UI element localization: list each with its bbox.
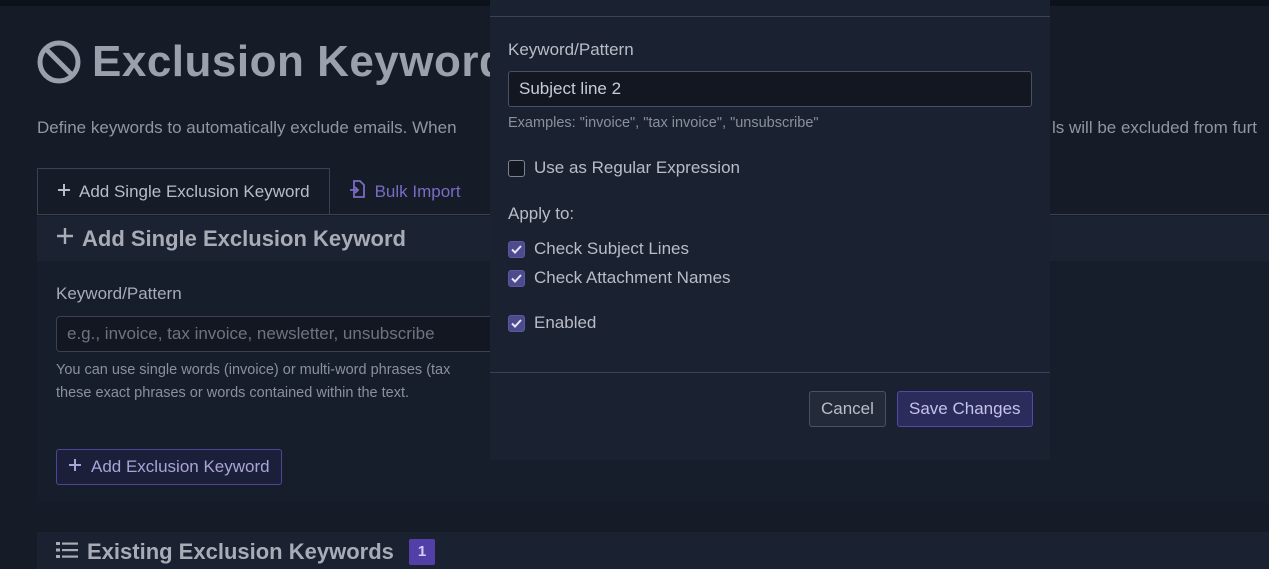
apply-to-label: Apply to:: [508, 204, 575, 223]
list-icon: [56, 540, 78, 565]
save-changes-button[interactable]: Save Changes: [897, 391, 1033, 427]
edit-keyword-modal: Keyword/Pattern Subject line 2 Examples:…: [490, 0, 1050, 460]
existing-keywords-title: Existing Exclusion Keywords: [87, 539, 394, 564]
regex-checkbox-label: Use as Regular Expression: [534, 158, 740, 177]
enabled-checkbox[interactable]: [508, 314, 525, 332]
attachment-checkbox-row[interactable]: Check Attachment Names: [508, 268, 731, 288]
tab-add-single[interactable]: Add Single Exclusion Keyword: [37, 168, 330, 215]
keyword-help-text: You can use single words (invoice) or mu…: [56, 359, 496, 405]
enabled-checkbox-row[interactable]: Enabled: [508, 313, 596, 333]
subject-checkbox-label: Check Subject Lines: [534, 239, 689, 258]
add-exclusion-keyword-button[interactable]: Add Exclusion Keyword: [56, 449, 282, 485]
subject-checkbox[interactable]: [508, 240, 525, 258]
plus-icon: [56, 227, 74, 250]
help-line-2: these exact phrases or words contained w…: [56, 385, 410, 401]
page-description-tail: ls will be excluded from furt: [1052, 118, 1258, 137]
keyword-field-label: Keyword/Pattern: [56, 284, 182, 303]
plus-icon: [68, 457, 82, 477]
tab-bulk-import-label: Bulk Import: [374, 181, 461, 201]
cancel-button[interactable]: Cancel: [809, 391, 886, 427]
keyword-count-badge: 1: [408, 539, 436, 565]
regex-checkbox-row[interactable]: Use as Regular Expression: [508, 158, 740, 178]
add-button-label: Add Exclusion Keyword: [91, 457, 270, 476]
keyword-input[interactable]: e.g., invoice, tax invoice, newsletter, …: [56, 316, 516, 352]
subject-checkbox-row[interactable]: Check Subject Lines: [508, 239, 689, 259]
plus-icon: [57, 182, 71, 202]
attachment-checkbox-label: Check Attachment Names: [534, 268, 731, 287]
page-title-text: Exclusion Keywords: [92, 37, 532, 86]
tab-add-single-label: Add Single Exclusion Keyword: [79, 181, 310, 201]
check-icon: [511, 244, 522, 254]
modal-footer-divider: [490, 372, 1050, 373]
enabled-checkbox-label: Enabled: [534, 313, 597, 332]
regex-checkbox[interactable]: [508, 159, 525, 177]
modal-examples-text: Examples: "invoice", "tax invoice", "uns…: [508, 115, 819, 131]
modal-keyword-label: Keyword/Pattern: [508, 40, 634, 59]
modal-keyword-input[interactable]: Subject line 2: [508, 71, 1032, 107]
tab-bulk-import[interactable]: Bulk Import: [330, 168, 480, 215]
card-header-title: Add Single Exclusion Keyword: [82, 225, 406, 251]
existing-keywords-header: Existing Exclusion Keywords 1: [37, 532, 1269, 569]
page-description: Define keywords to automatically exclude…: [37, 118, 457, 137]
ban-icon: [36, 39, 82, 85]
tab-bar: Add Single Exclusion Keyword Bulk Import: [37, 168, 480, 215]
attachment-checkbox[interactable]: [508, 269, 525, 287]
page-title: Exclusion Keywords: [36, 36, 531, 88]
file-import-icon: [349, 180, 367, 203]
modal-header-divider: [490, 16, 1050, 17]
check-icon: [511, 318, 522, 328]
help-line-1: You can use single words (invoice) or mu…: [56, 362, 451, 378]
check-icon: [511, 273, 522, 283]
